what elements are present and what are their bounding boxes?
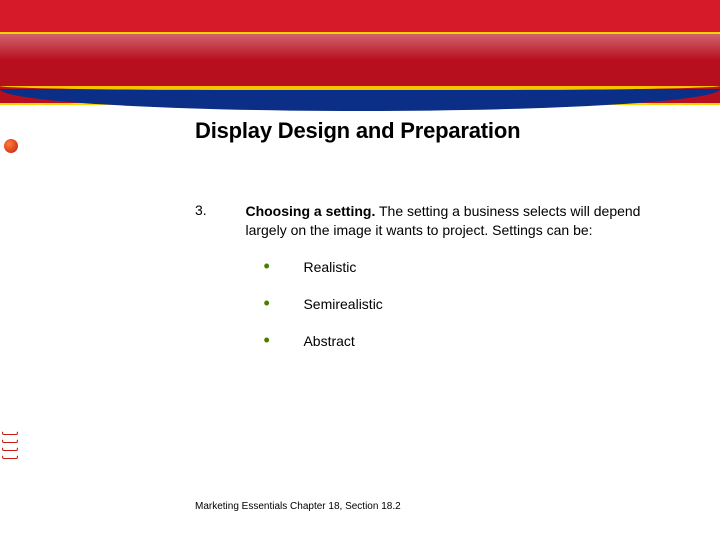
- coil-icon: [2, 455, 18, 459]
- list-item: Semirealistic: [263, 295, 665, 314]
- coil-icon: [2, 439, 18, 443]
- numbered-item: 3. Choosing a setting. The setting a bus…: [195, 202, 675, 368]
- list-item: Abstract: [263, 332, 665, 351]
- item-body: Choosing a setting. The setting a busine…: [245, 202, 665, 368]
- slide-footer: Marketing Essentials Chapter 18, Section…: [195, 501, 401, 512]
- slide-content: Display Design and Preparation 3. Choosi…: [195, 118, 675, 368]
- slide-title: Display Design and Preparation: [195, 118, 675, 144]
- banner-gloss: [0, 34, 720, 60]
- item-lead: Choosing a setting.: [245, 203, 375, 219]
- item-number: 3.: [195, 202, 241, 218]
- left-rail-decoration: [0, 105, 22, 540]
- banner-swoop: [0, 89, 720, 111]
- slide-banner: [0, 0, 720, 105]
- bullet-list: Realistic Semirealistic Abstract: [263, 258, 665, 351]
- coil-icon: [2, 447, 18, 451]
- coil-icon: [2, 431, 18, 435]
- list-item: Realistic: [263, 258, 665, 277]
- orb-icon: [4, 139, 18, 153]
